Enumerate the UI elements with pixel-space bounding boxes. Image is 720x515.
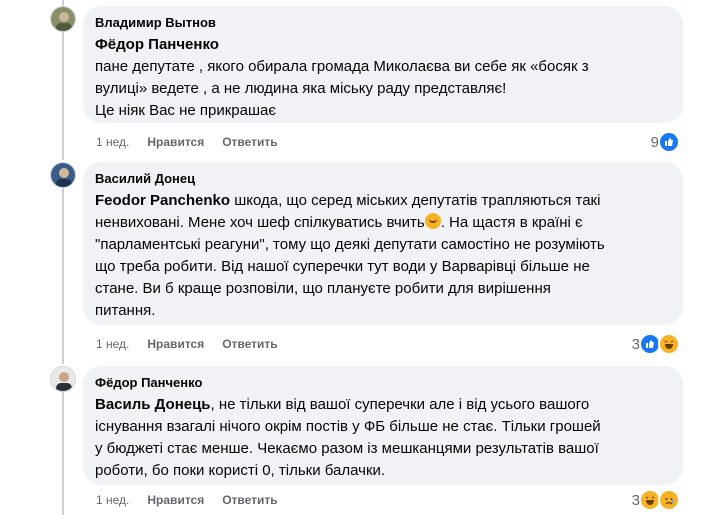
comment-line: стане. Ви б краще розповіли, що плануєте… <box>95 280 551 297</box>
comment-line: . На щастя в країні є <box>440 214 583 231</box>
reply-button[interactable]: Ответить <box>222 337 277 351</box>
like-button[interactable]: Нравится <box>147 493 204 507</box>
comment-bubble: Владимир Вытнов Фёдор Панченко пане депу… <box>83 6 683 123</box>
comment-bubble: Василий Донец Feodor Panchenko шкода, що… <box>83 162 683 325</box>
like-icon <box>658 131 680 153</box>
timestamp[interactable]: 1 нед. <box>96 493 129 507</box>
mention-link[interactable]: Фёдор Панченко <box>95 36 219 53</box>
avatar-image <box>51 163 75 187</box>
timestamp[interactable]: 1 нед. <box>96 135 129 149</box>
comment-text: Фёдор Панченко пане депутате , якого оби… <box>95 34 671 122</box>
comment-text: Feodor Panchenko шкода, що серед міських… <box>95 190 671 322</box>
avatar[interactable] <box>50 366 76 392</box>
avatar[interactable] <box>50 6 76 32</box>
timestamp[interactable]: 1 нед. <box>96 337 129 351</box>
avatar-image <box>51 7 75 31</box>
comment-actions: 1 нед. Нравится Ответить <box>96 493 278 507</box>
reaction-summary[interactable]: 3 <box>632 489 680 511</box>
reaction-summary[interactable]: 9 <box>651 131 680 153</box>
comment-line: вулиці» ведете , а не людина яка міську … <box>95 80 507 97</box>
avatar-image <box>51 367 75 391</box>
avatar[interactable] <box>50 162 76 188</box>
reaction-summary[interactable]: 3 <box>632 333 680 355</box>
reply-button[interactable]: Ответить <box>222 493 277 507</box>
like-button[interactable]: Нравится <box>147 135 204 149</box>
sad-icon <box>658 489 680 511</box>
comment-actions: 1 нед. Нравится Ответить <box>96 135 278 149</box>
comment-author[interactable]: Владимир Вытнов <box>95 14 671 31</box>
comment-line: що треба робити. Від нашої суперечки тут… <box>95 258 590 275</box>
thread-line <box>62 188 64 364</box>
comment-text: Василь Донець, не тільки від вашої супер… <box>95 394 671 482</box>
comment-actions: 1 нед. Нравится Ответить <box>96 337 278 351</box>
comment-line: ненвиховані. Мене хоч шеф спілкуватись в… <box>95 214 425 231</box>
haha-icon <box>658 333 680 355</box>
comment-line: , не тільки від вашої суперечки але і ві… <box>210 396 590 413</box>
like-button[interactable]: Нравится <box>147 337 204 351</box>
reply-button[interactable]: Ответить <box>222 135 277 149</box>
comment-line: у бюджеті стає менше. Чекаємо разом із м… <box>95 440 599 457</box>
comment-bubble: Фёдор Панченко Василь Донець, не тільки … <box>83 366 683 485</box>
thread-line <box>62 32 64 160</box>
thread-line <box>62 392 64 515</box>
wink-emoji-icon <box>424 213 441 229</box>
comment-author[interactable]: Василий Донец <box>95 170 671 187</box>
mention-link[interactable]: Feodor Panchenko <box>95 192 230 209</box>
comment-line: пане депутате , якого обирала громада Ми… <box>95 58 589 75</box>
comment-line: існування взагалі нічого окрім постів у … <box>95 418 601 435</box>
comment-author[interactable]: Фёдор Панченко <box>95 374 671 391</box>
comment-line: Це ніяк Вас не прикрашає <box>95 102 277 119</box>
comment-line: шкода, що серед міських депутатів трапля… <box>230 192 601 209</box>
comment-line: "парламентські реагуни", тому що деякі д… <box>95 236 605 253</box>
comment-line: питання. <box>95 302 156 319</box>
comment-line: роботи, бо поки користі 0, тільки балачк… <box>95 462 386 479</box>
mention-link[interactable]: Василь Донець <box>95 396 211 413</box>
